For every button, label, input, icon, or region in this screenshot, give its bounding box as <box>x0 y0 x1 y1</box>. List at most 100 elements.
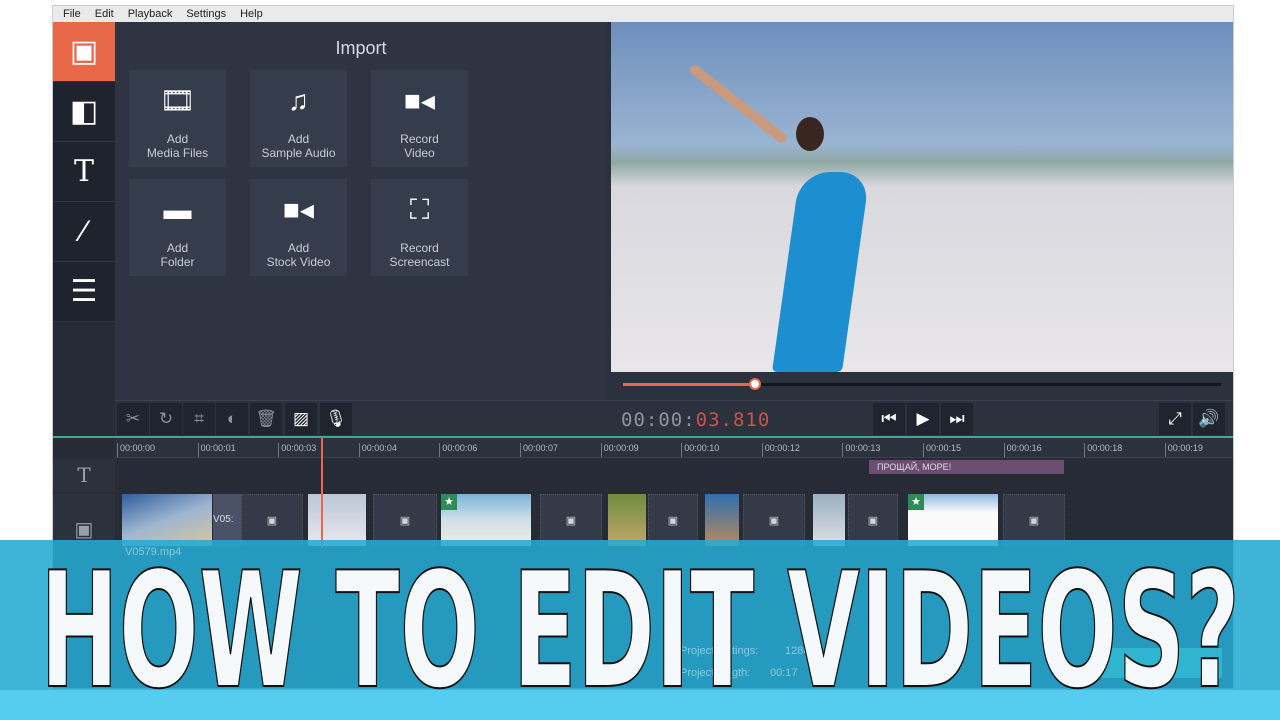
previous-button[interactable]: ⏮ <box>873 403 905 435</box>
preview-figure-arm <box>687 63 789 145</box>
media-files-icon: 🎞 <box>159 85 196 116</box>
film-icon: ▣ <box>74 518 94 541</box>
edit-toolbar: ✂ ↻ ⌗ ◐ 🗑 ▨ 🎙 00:00:03.810 ⏮ ▶ ⏭ ⤢ 🔊 <box>115 400 1233 436</box>
tile-label: Screencast <box>389 255 450 269</box>
video-clip[interactable]: ★ <box>441 494 531 546</box>
cut-button[interactable]: ✂ <box>117 403 149 435</box>
ruler-tick: 00:00:19 <box>1164 443 1203 457</box>
ruler-tick: 00:00:12 <box>761 443 800 457</box>
timecode-main: 00:00: <box>621 409 696 431</box>
title-clip[interactable]: ПРОЩАЙ, МОРЕ! <box>869 460 1064 474</box>
menu-file[interactable]: File <box>63 8 81 20</box>
time-ruler[interactable]: 00:00:00 00:00:01 00:00:03 00:00:04 00:00:06… <box>115 438 1233 458</box>
transition[interactable]: ▣ <box>848 494 898 546</box>
folder-icon: ▬ <box>163 194 192 225</box>
menu-edit[interactable]: Edit <box>95 8 114 20</box>
microphone-icon: 🎙 <box>325 409 347 428</box>
filters-icon: ◧ <box>69 95 99 128</box>
ruler-tick: 00:00:04 <box>358 443 397 457</box>
fullscreen-button[interactable]: ⤢ <box>1159 403 1191 435</box>
skip-back-icon: ⏮ <box>881 409 897 428</box>
timecode: 00:00:03.810 <box>621 409 770 431</box>
import-panel: Import 🎞 Add Media Files ♫ Add Sample Audio … <box>115 22 607 400</box>
tile-label: Add <box>166 132 189 146</box>
rotate-button[interactable]: ↻ <box>150 403 182 435</box>
ruler-tick: 00:00:10 <box>681 443 719 457</box>
video-clip[interactable] <box>813 494 845 546</box>
ruler-tick: 00:00:00 <box>117 443 155 457</box>
video-clip[interactable] <box>705 494 739 546</box>
sidebar-titles[interactable]: T <box>53 142 115 202</box>
record-video-button[interactable]: ■◂ Record Video <box>371 70 468 167</box>
clip-label: V05: <box>213 514 234 525</box>
menu-help[interactable]: Help <box>240 8 263 20</box>
playhead[interactable] <box>321 438 323 548</box>
ruler-tick: 00:00:18 <box>1084 443 1122 457</box>
headline: HOW TO EDIT VIDEOS? <box>40 540 1240 700</box>
crop-button[interactable]: ⌗ <box>183 403 215 435</box>
menu-playback[interactable]: Playback <box>128 8 173 20</box>
crop-icon: ⌗ <box>194 409 204 428</box>
menu-settings[interactable]: Settings <box>186 8 226 20</box>
next-button[interactable]: ⏭ <box>941 403 973 435</box>
tile-label: Stock Video <box>266 255 331 269</box>
tile-label: Sample Audio <box>261 146 336 160</box>
text-icon: T <box>77 463 91 487</box>
ruler-tick: 00:00:07 <box>520 443 558 457</box>
speaker-icon: 🔊 <box>1198 409 1220 428</box>
contrast-icon: ◐ <box>226 409 238 428</box>
add-stock-video-button[interactable]: ■◂ Add Stock Video <box>250 179 347 276</box>
stock-video-icon: ■◂ <box>283 194 314 225</box>
transition[interactable]: ▣ <box>1003 494 1065 546</box>
sidebar-more[interactable]: ☰ <box>53 262 115 322</box>
transition[interactable]: ▣ <box>373 494 437 546</box>
record-audio-button[interactable]: 🎙 <box>320 403 352 435</box>
transition[interactable]: ▣ <box>648 494 698 546</box>
video-clip[interactable]: ★ <box>908 494 998 546</box>
add-sample-audio-button[interactable]: ♫ Add Sample Audio <box>250 70 347 167</box>
tile-label: Add <box>287 241 310 255</box>
headline-text: HOW TO EDIT VIDEOS? <box>40 540 1240 700</box>
star-icon: ★ <box>908 494 924 510</box>
text-track-header: T <box>53 458 115 492</box>
video-clip[interactable] <box>308 494 366 546</box>
record-screencast-button[interactable]: ⛶ Record Screencast <box>371 179 468 276</box>
video-clip[interactable] <box>608 494 646 546</box>
screencast-icon: ⛶ <box>409 194 430 225</box>
ruler-tick: 00:00:13 <box>842 443 880 457</box>
sidebar-import[interactable]: ▣ <box>53 22 115 82</box>
volume-button[interactable]: 🔊 <box>1193 403 1225 435</box>
import-title: Import <box>335 38 387 58</box>
color-adjust-button[interactable]: ◐ <box>216 403 248 435</box>
ruler-tick: 00:00:16 <box>1003 443 1042 457</box>
video-preview[interactable] <box>611 22 1233 372</box>
tile-label: Add <box>287 132 310 146</box>
play-button[interactable]: ▶ <box>907 403 939 435</box>
transition[interactable]: ▣ <box>540 494 602 546</box>
transition[interactable]: ▣ <box>241 494 303 546</box>
skip-forward-icon: ⏭ <box>949 409 965 428</box>
play-icon: ▶ <box>916 409 930 428</box>
sidebar: ▣ ◧ T ⁄ ☰ <box>53 22 115 436</box>
sidebar-transitions[interactable]: ⁄ <box>53 202 115 262</box>
preview-figure-head <box>796 117 824 151</box>
add-media-files-button[interactable]: 🎞 Add Media Files <box>129 70 226 167</box>
rotate-icon: ↻ <box>158 409 174 428</box>
delete-button[interactable]: 🗑 <box>250 403 282 435</box>
music-icon: ♫ <box>288 85 309 116</box>
video-clip[interactable]: V05: <box>213 494 241 546</box>
add-folder-button[interactable]: ▬ Add Folder <box>129 179 226 276</box>
scissors-icon: ✂ <box>125 409 141 428</box>
seek-progress <box>623 383 755 386</box>
video-clip[interactable] <box>122 494 212 546</box>
seek-handle[interactable] <box>748 378 761 390</box>
trash-icon: 🗑 <box>255 409 277 428</box>
image-button[interactable]: ▨ <box>285 403 317 435</box>
transition[interactable]: ▣ <box>743 494 805 546</box>
sidebar-filters[interactable]: ◧ <box>53 82 115 142</box>
tile-label: Folder <box>160 255 195 269</box>
menu-icon: ☰ <box>70 275 98 308</box>
seek-bar[interactable] <box>623 378 1221 390</box>
menu-bar: File Edit Playback Settings Help <box>53 6 1233 22</box>
timecode-current: 03.810 <box>695 409 771 431</box>
